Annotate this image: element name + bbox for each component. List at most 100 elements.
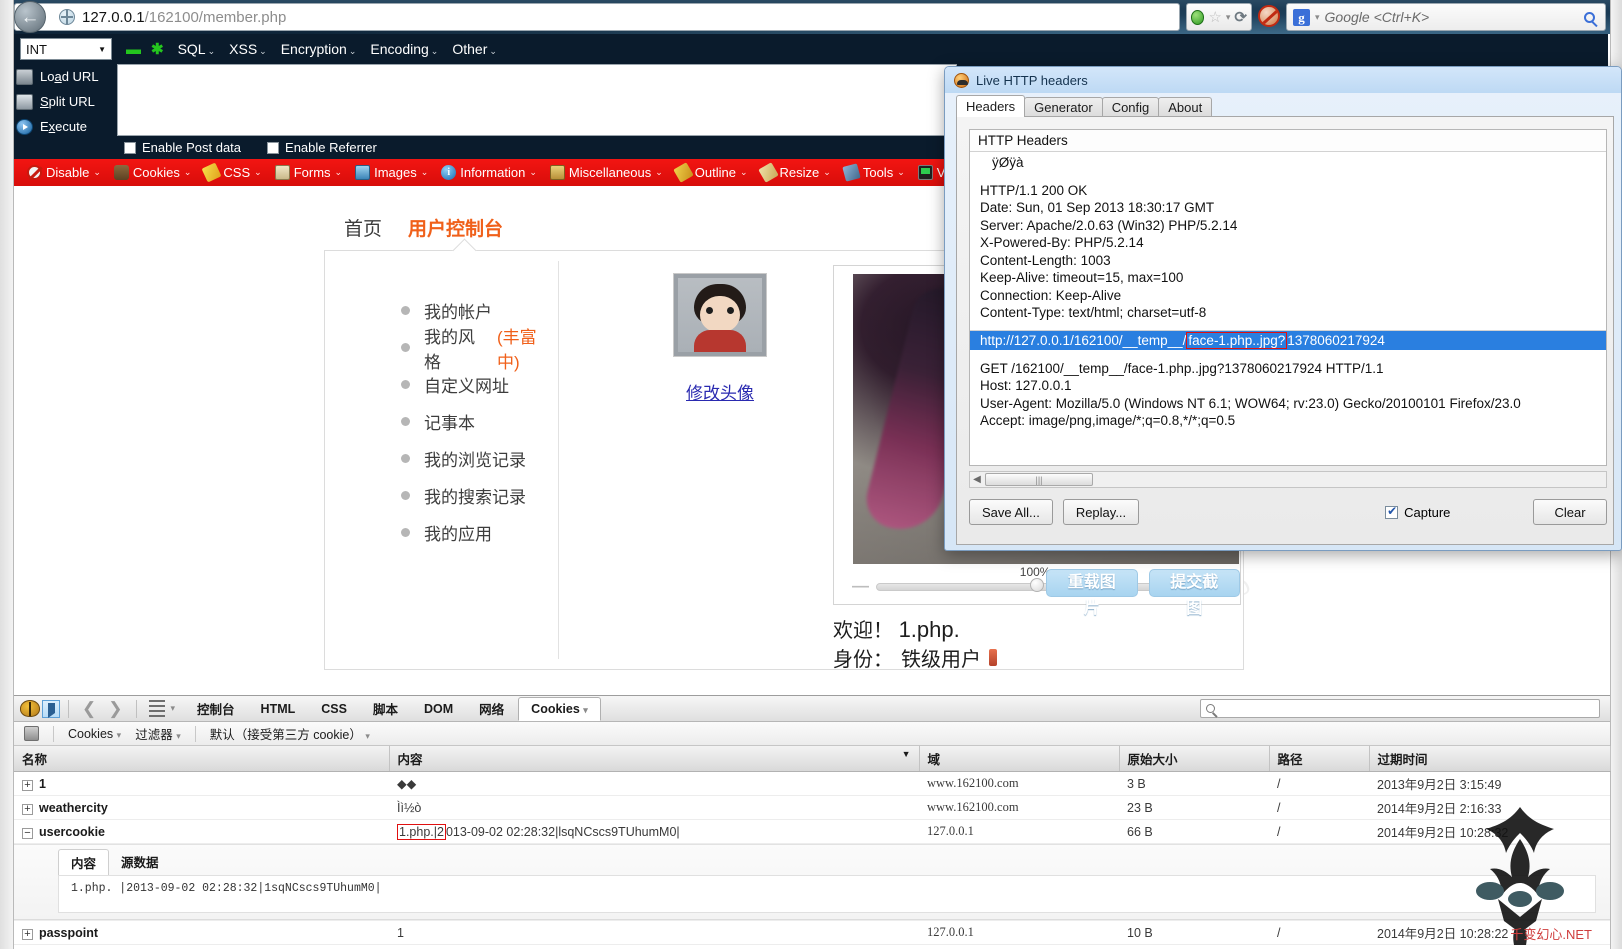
firebug-icon[interactable]: [20, 700, 40, 717]
wd-cookies[interactable]: Cookies ⌄: [109, 165, 197, 180]
cookie-name-cell[interactable]: +162100screenshotsImg: [14, 944, 389, 949]
hackbar-menu-sql[interactable]: SQL ⌄: [178, 41, 216, 57]
asterisk-icon[interactable]: ✱: [151, 40, 164, 58]
col-expires[interactable]: 过期时间: [1369, 746, 1611, 772]
tab-console[interactable]: 控制台: [185, 695, 247, 722]
menu-item-notepad[interactable]: 记事本: [401, 403, 551, 440]
chevron-down-icon[interactable]: ▾: [171, 703, 176, 714]
wd-images[interactable]: Images ⌄: [350, 165, 433, 180]
tab-headers[interactable]: Headers: [956, 95, 1026, 117]
col-domain[interactable]: 域: [919, 746, 1120, 772]
zoom-out-icon[interactable]: —: [852, 577, 869, 594]
replay-button[interactable]: Replay...: [1062, 499, 1140, 525]
cookie-domain-cell[interactable]: www.162100.com: [919, 771, 1119, 796]
table-row[interactable]: + weathercity Ìì½ò www.162100.com 23 B / …: [14, 795, 1610, 820]
hackbar-type-select[interactable]: INT ▼: [20, 38, 112, 60]
hackbar-menu-xss[interactable]: XSS ⌄: [229, 41, 267, 57]
menu-item-style[interactable]: 我的风格 (丰富中): [401, 328, 551, 372]
wd-outline[interactable]: Outline ⌄: [671, 162, 753, 183]
nav-item-home[interactable]: 首页: [344, 214, 382, 241]
submit-screenshot-button[interactable]: 提交截图: [1148, 569, 1240, 617]
tab-script[interactable]: 脚本: [361, 695, 410, 722]
wd-resize[interactable]: Resize ⌄: [756, 162, 836, 183]
tab-generator[interactable]: Generator: [1024, 97, 1103, 117]
col-content[interactable]: 内容 ▼: [389, 746, 920, 772]
load-url-button[interactable]: Load URL: [16, 64, 112, 89]
forward-arrow-icon[interactable]: ❯: [103, 699, 127, 719]
back-arrow-icon[interactable]: ❮: [77, 699, 101, 719]
bookmark-star-icon[interactable]: ☆: [1208, 10, 1221, 25]
tab-css[interactable]: CSS: [309, 698, 359, 720]
expand-icon[interactable]: +: [22, 803, 33, 815]
expand-icon[interactable]: +: [22, 779, 33, 791]
cookie-domain-cell[interactable]: 127.0.0.1: [919, 819, 1119, 844]
default-policy-menu[interactable]: 默认（接受第三方 cookie） ▾: [210, 724, 370, 743]
menu-item-my-apps[interactable]: 我的应用: [401, 514, 551, 551]
tab-network[interactable]: 网络: [467, 695, 516, 722]
menu-item-search-history[interactable]: 我的搜索记录: [401, 477, 551, 514]
tab-config[interactable]: Config: [1101, 97, 1160, 117]
cookies-menu[interactable]: Cookies ▾: [68, 727, 121, 741]
enable-post-data-checkbox[interactable]: Enable Post data: [124, 140, 241, 155]
col-path[interactable]: 路径: [1269, 746, 1370, 772]
wd-css[interactable]: CSS ⌄: [199, 162, 266, 183]
table-row[interactable]: +1 ◆◆ www.162100.com 3 B / 2013年9月2日 3:1…: [14, 771, 1610, 796]
search-bar[interactable]: g ▾ Google <Ctrl+K>: [1286, 3, 1606, 31]
cookie-domain-cell[interactable]: 127.0.0.1: [919, 944, 1119, 949]
cookie-domain-cell[interactable]: www.162100.com: [919, 795, 1119, 820]
back-button[interactable]: ←: [14, 1, 46, 33]
wd-miscellaneous[interactable]: Miscellaneous ⌄: [545, 165, 668, 180]
col-name[interactable]: 名称: [14, 746, 390, 772]
enable-referrer-checkbox[interactable]: Enable Referrer: [267, 140, 377, 155]
tab-cookies[interactable]: Cookies ▾: [518, 696, 601, 721]
horizontal-scrollbar[interactable]: ◀ |||: [969, 471, 1607, 488]
tab-about[interactable]: About: [1158, 97, 1213, 117]
table-row[interactable]: + passpoint 1 127.0.0.1 10 B / 2014年9月2日 …: [14, 920, 1610, 945]
cookie-name-cell[interactable]: + passpoint: [14, 920, 389, 945]
address-bar-actions[interactable]: ☆ ▾ ⟳: [1186, 3, 1252, 31]
zoom-slider-thumb[interactable]: [1029, 578, 1044, 592]
address-bar[interactable]: 127.0.0.1/162100/member.php: [14, 3, 1180, 31]
menu-item-browse-history[interactable]: 我的浏览记录: [401, 440, 551, 477]
hackbar-menu-encoding[interactable]: Encoding ⌄: [370, 41, 438, 57]
cookie-domain-cell[interactable]: 127.0.0.1: [919, 920, 1119, 945]
scroll-left-arrow-icon[interactable]: ◀: [970, 474, 984, 485]
chevron-down-icon[interactable]: ▾: [1226, 12, 1231, 23]
cookie-name-cell[interactable]: + weathercity: [14, 795, 389, 820]
http-headers-box[interactable]: HTTP Headers ÿØÿà HTTP/1.1 200 OK Date: …: [969, 129, 1607, 466]
execute-button[interactable]: Execute: [16, 114, 112, 139]
table-row[interactable]: +162100screenshotsImg ../../__temp__/fac…: [14, 944, 1610, 949]
clear-button[interactable]: Clear: [1533, 499, 1607, 525]
cookie-name-cell[interactable]: − usercookie: [14, 819, 389, 844]
cookie-name-cell[interactable]: +1: [14, 771, 389, 796]
nav-item-user-console[interactable]: 用户控制台: [408, 214, 503, 241]
inspect-element-icon[interactable]: [42, 699, 60, 718]
tab-dom[interactable]: DOM: [412, 698, 465, 720]
cookie-tool-icon[interactable]: [24, 726, 39, 741]
hackbar-url-textarea[interactable]: [117, 64, 957, 136]
save-all-button[interactable]: Save All...: [969, 499, 1053, 525]
detail-tab-raw[interactable]: 源数据: [109, 849, 171, 875]
selected-request-url[interactable]: http://127.0.0.1/162100/__temp__/face-1.…: [970, 329, 1606, 350]
scrollbar-thumb[interactable]: |||: [985, 473, 1093, 486]
wd-information[interactable]: i Information ⌄: [436, 165, 542, 180]
firebug-search-input[interactable]: [1200, 699, 1600, 718]
reload-icon[interactable]: ⟳: [1234, 8, 1247, 26]
dialog-titlebar[interactable]: Live HTTP headers: [945, 67, 1621, 93]
hackbar-menu-other[interactable]: Other ⌄: [452, 41, 497, 57]
split-url-button[interactable]: Split URL: [16, 89, 112, 114]
noscript-icon[interactable]: [1258, 5, 1280, 27]
search-engine-chevron-icon[interactable]: ▾: [1315, 12, 1320, 23]
minus-icon[interactable]: ▬: [126, 41, 141, 58]
detail-tab-content[interactable]: 内容: [58, 849, 110, 875]
wd-forms[interactable]: Forms ⌄: [270, 165, 347, 180]
tab-html[interactable]: HTML: [249, 698, 308, 720]
collapse-icon[interactable]: −: [22, 827, 33, 839]
table-row[interactable]: − usercookie 1.php.|2 013-09-02 02:28:32|l…: [14, 819, 1610, 844]
search-input[interactable]: Google <Ctrl+K>: [1325, 9, 1579, 25]
filter-menu[interactable]: 过滤器 ▾: [135, 724, 181, 743]
col-size[interactable]: 原始大小: [1119, 746, 1270, 772]
menu-icon[interactable]: [145, 700, 169, 717]
expand-icon[interactable]: +: [22, 928, 33, 940]
search-icon[interactable]: [1584, 11, 1595, 23]
